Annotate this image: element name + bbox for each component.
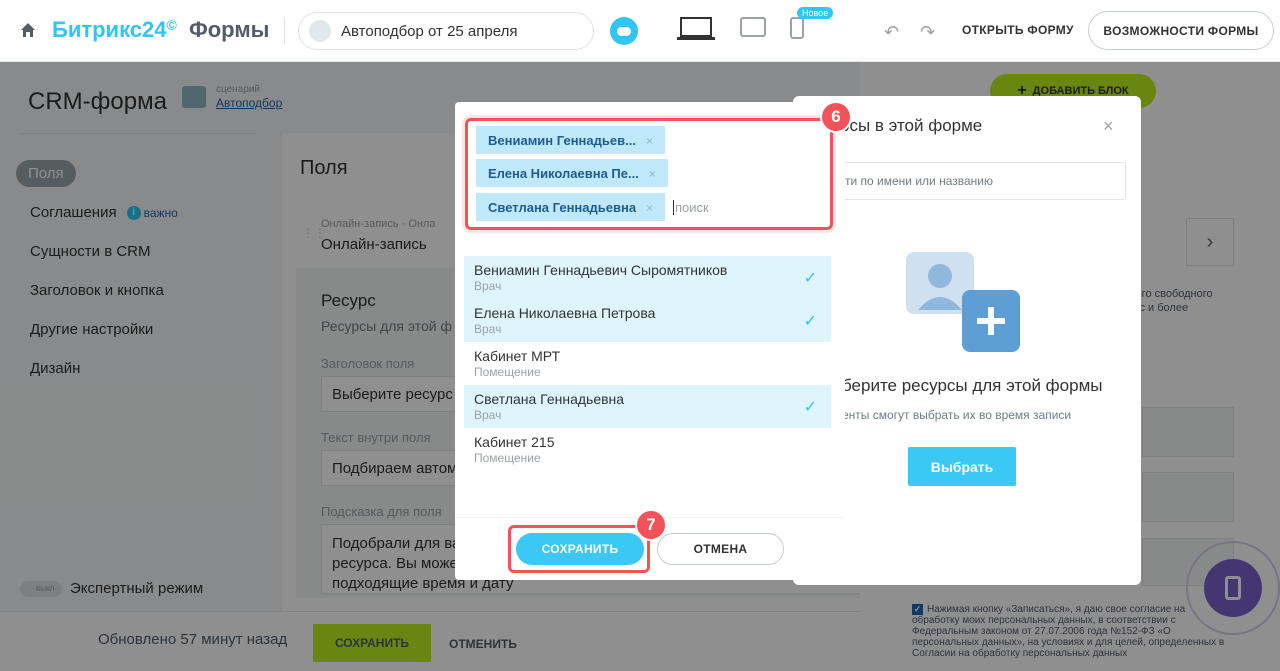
list-item[interactable]: Светлана Геннадьевна Врач ✓	[464, 385, 831, 428]
home-icon[interactable]	[20, 22, 36, 38]
add-user-icon	[906, 252, 1020, 352]
open-form-link[interactable]: ОТКРЫТЬ ФОРМУ	[962, 23, 1074, 37]
step-badge: 7	[635, 509, 667, 541]
form-features-button[interactable]: ВОЗМОЖНОСТИ ФОРМЫ	[1088, 11, 1274, 50]
tag-search-input[interactable]: поиск	[673, 200, 709, 215]
brand-clock-icon: ©	[166, 17, 177, 33]
divider	[284, 18, 285, 44]
redo-icon[interactable]: ↷	[920, 22, 935, 43]
check-icon: ✓	[803, 313, 817, 330]
undo-icon[interactable]: ↶	[884, 22, 899, 43]
scenario-value: Автоподбор от 25 апреля	[341, 22, 518, 40]
scenario-icon	[309, 20, 331, 42]
brand-suffix: Формы	[188, 17, 270, 42]
tablet-icon[interactable]	[740, 16, 766, 38]
new-badge: Новое	[797, 7, 834, 19]
close-icon[interactable]: ×	[1103, 116, 1114, 137]
list-item[interactable]: Кабинет 215 Помещение	[464, 428, 831, 471]
list-item[interactable]: Кабинет МРТ Помещение	[464, 342, 831, 385]
pick-resources-note: енты смогут выбрать их во время записи	[842, 408, 1072, 422]
brand-name: Битрикс24	[52, 17, 167, 42]
laptop-icon[interactable]	[676, 16, 716, 42]
modal-cancel-button[interactable]: ОТМЕНА	[657, 533, 784, 565]
tag-chip[interactable]: Вениамин Геннадьев... ×	[476, 126, 665, 154]
remove-tag-icon[interactable]: ×	[649, 167, 656, 181]
step-badge: 6	[820, 101, 852, 133]
tag-chip[interactable]: Елена Николаевна Пе... ×	[476, 159, 668, 187]
dialog-title: рсы в этой форме	[840, 116, 983, 135]
list-item[interactable]: Елена Николаевна Петрова Врач ✓	[464, 299, 831, 342]
phone-icon[interactable]	[790, 16, 804, 40]
pick-resources-title: берите ресурсы для этой формы	[842, 376, 1103, 395]
resource-list: Вениамин Геннадьевич Сыромятников Врач ✓ Е…	[464, 256, 831, 471]
modal-save-button[interactable]: СОХРАНИТЬ	[516, 533, 644, 565]
list-item[interactable]: Вениамин Геннадьевич Сыромятников Врач ✓	[464, 256, 831, 299]
resource-search-input[interactable]: ти по имени или названию	[830, 162, 1126, 200]
tag-chip[interactable]: Светлана Геннадьевна ×	[476, 193, 666, 221]
check-icon: ✓	[803, 270, 817, 287]
choose-button[interactable]: Выбрать	[908, 447, 1016, 486]
scenario-selector[interactable]: Автоподбор от 25 апреля	[298, 12, 594, 50]
remove-tag-icon[interactable]: ×	[646, 201, 653, 215]
check-icon: ✓	[803, 399, 817, 416]
remove-tag-icon[interactable]: ×	[646, 134, 653, 148]
cloud-icon[interactable]	[610, 17, 638, 45]
brand-logo[interactable]: Битрикс24© Формы	[52, 17, 269, 43]
top-bar: Битрикс24© Формы Автоподбор от 25 апреля…	[0, 0, 1280, 62]
